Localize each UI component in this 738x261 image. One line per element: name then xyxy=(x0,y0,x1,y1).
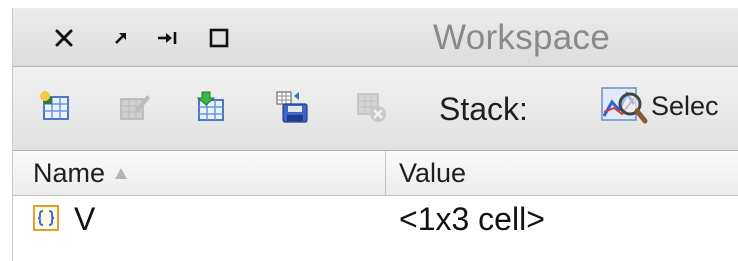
variable-value: <1x3 cell> xyxy=(399,201,545,237)
sort-ascending-icon xyxy=(115,167,128,179)
undock-arrow-icon[interactable] xyxy=(108,25,134,51)
save-workspace-icon xyxy=(276,91,308,123)
column-header-name[interactable]: Name xyxy=(13,151,386,195)
load-data-button[interactable] xyxy=(190,87,230,127)
column-header-value[interactable]: Value xyxy=(399,151,466,195)
select-plot-button[interactable]: Selec xyxy=(599,81,719,131)
title-bar: Workspace xyxy=(13,8,738,67)
cell-array-icon xyxy=(33,205,59,231)
workspace-toolbar: Stack: Selec xyxy=(13,67,738,151)
table-row[interactable]: V <1x3 cell> xyxy=(13,196,738,242)
new-variable-button[interactable] xyxy=(35,87,75,127)
open-selection-button[interactable] xyxy=(114,87,154,127)
window-title: Workspace xyxy=(433,18,611,57)
close-icon[interactable] xyxy=(51,25,77,51)
save-workspace-button[interactable] xyxy=(272,87,312,127)
column-header-name-label: Name xyxy=(33,157,106,188)
maximize-square-icon[interactable] xyxy=(206,25,232,51)
magnifier-plot-icon xyxy=(599,83,649,129)
open-selection-icon xyxy=(120,95,150,120)
table-header: Name Value xyxy=(13,151,738,196)
load-data-icon xyxy=(196,91,224,121)
new-variable-icon xyxy=(40,91,69,120)
variable-name: V xyxy=(74,201,96,237)
workspace-panel: Workspace Stack: Selec Name Value V <1x3… xyxy=(12,8,738,261)
minimize-to-edge-icon[interactable] xyxy=(155,25,181,51)
select-label: Selec xyxy=(651,90,719,121)
delete-variable-icon xyxy=(357,93,386,122)
delete-variable-button[interactable] xyxy=(351,87,391,127)
stack-label: Stack: xyxy=(439,91,528,127)
